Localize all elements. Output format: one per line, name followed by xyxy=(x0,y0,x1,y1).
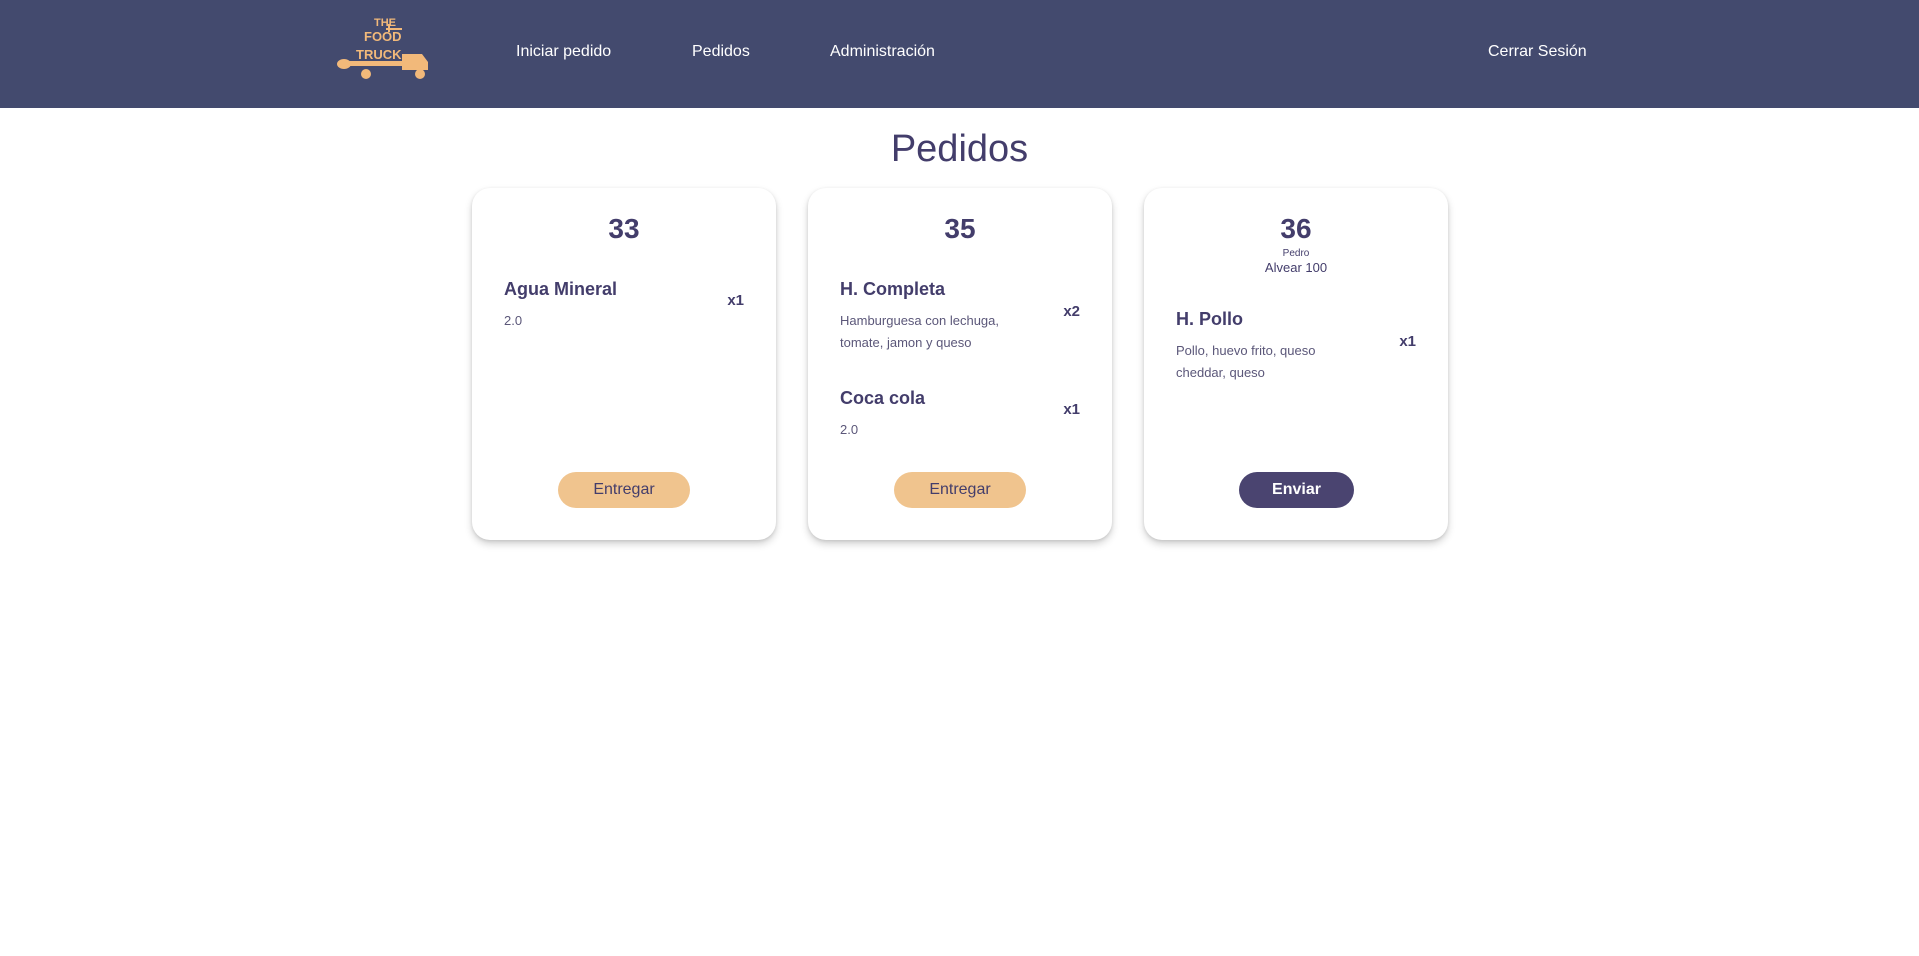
item-quantity: x1 xyxy=(727,292,744,309)
item-quantity: x1 xyxy=(1399,333,1416,350)
order-item: H. Completa Hamburguesa con lechuga, tom… xyxy=(840,278,1080,354)
order-item: Agua Mineral 2.0 x1 xyxy=(504,278,744,332)
nav-administracion[interactable]: Administración xyxy=(830,42,935,62)
food-truck-logo[interactable]: THE FOOD TRUCK xyxy=(336,14,438,82)
nav-iniciar-pedido[interactable]: Iniciar pedido xyxy=(516,42,611,62)
deliver-button[interactable]: Entregar xyxy=(558,472,690,508)
logo-text-food: FOOD xyxy=(364,29,402,44)
logo-text-truck: TRUCK xyxy=(356,47,402,62)
item-description: Pollo, huevo frito, queso cheddar, queso xyxy=(1176,343,1316,380)
item-name: Coca cola xyxy=(840,388,926,408)
nav-pedidos[interactable]: Pedidos xyxy=(692,42,750,62)
item-name: H. Completa xyxy=(840,279,946,299)
item-name: Agua Mineral xyxy=(504,279,618,299)
item-description: 2.0 xyxy=(840,422,859,437)
order-card: 36 Pedro Alvear 100 H. Pollo Pollo, huev… xyxy=(1144,188,1448,540)
item-quantity: x1 xyxy=(1063,401,1080,418)
page-title: Pedidos xyxy=(890,128,1029,170)
item-name: H. Pollo xyxy=(1176,309,1243,329)
logo-text-the: THE xyxy=(374,17,396,29)
top-navbar: THE FOOD TRUCK Iniciar pedido Pedidos Ad… xyxy=(0,0,1919,108)
order-number: 35 xyxy=(944,213,976,244)
order-item: H. Pollo Pollo, huevo frito, queso chedd… xyxy=(1176,308,1416,384)
nav-cerrar-sesion[interactable]: Cerrar Sesión xyxy=(1488,42,1587,62)
send-button[interactable]: Enviar xyxy=(1239,472,1354,508)
deliver-button[interactable]: Entregar xyxy=(894,472,1026,508)
item-description: 2.0 xyxy=(504,313,523,328)
customer-address: Alvear 100 xyxy=(1264,260,1328,275)
order-card: 33 Agua Mineral 2.0 x1 Entregar xyxy=(472,188,776,540)
order-number: 33 xyxy=(608,213,640,244)
item-quantity: x2 xyxy=(1063,303,1080,320)
item-description: Hamburguesa con lechuga, tomate, jamon y… xyxy=(840,313,999,350)
order-card: 35 H. Completa Hamburguesa con lechuga, … xyxy=(808,188,1112,540)
customer-name: Pedro xyxy=(1282,248,1310,259)
order-number: 36 xyxy=(1280,213,1312,244)
order-item: Coca cola 2.0 x1 xyxy=(840,387,1080,441)
